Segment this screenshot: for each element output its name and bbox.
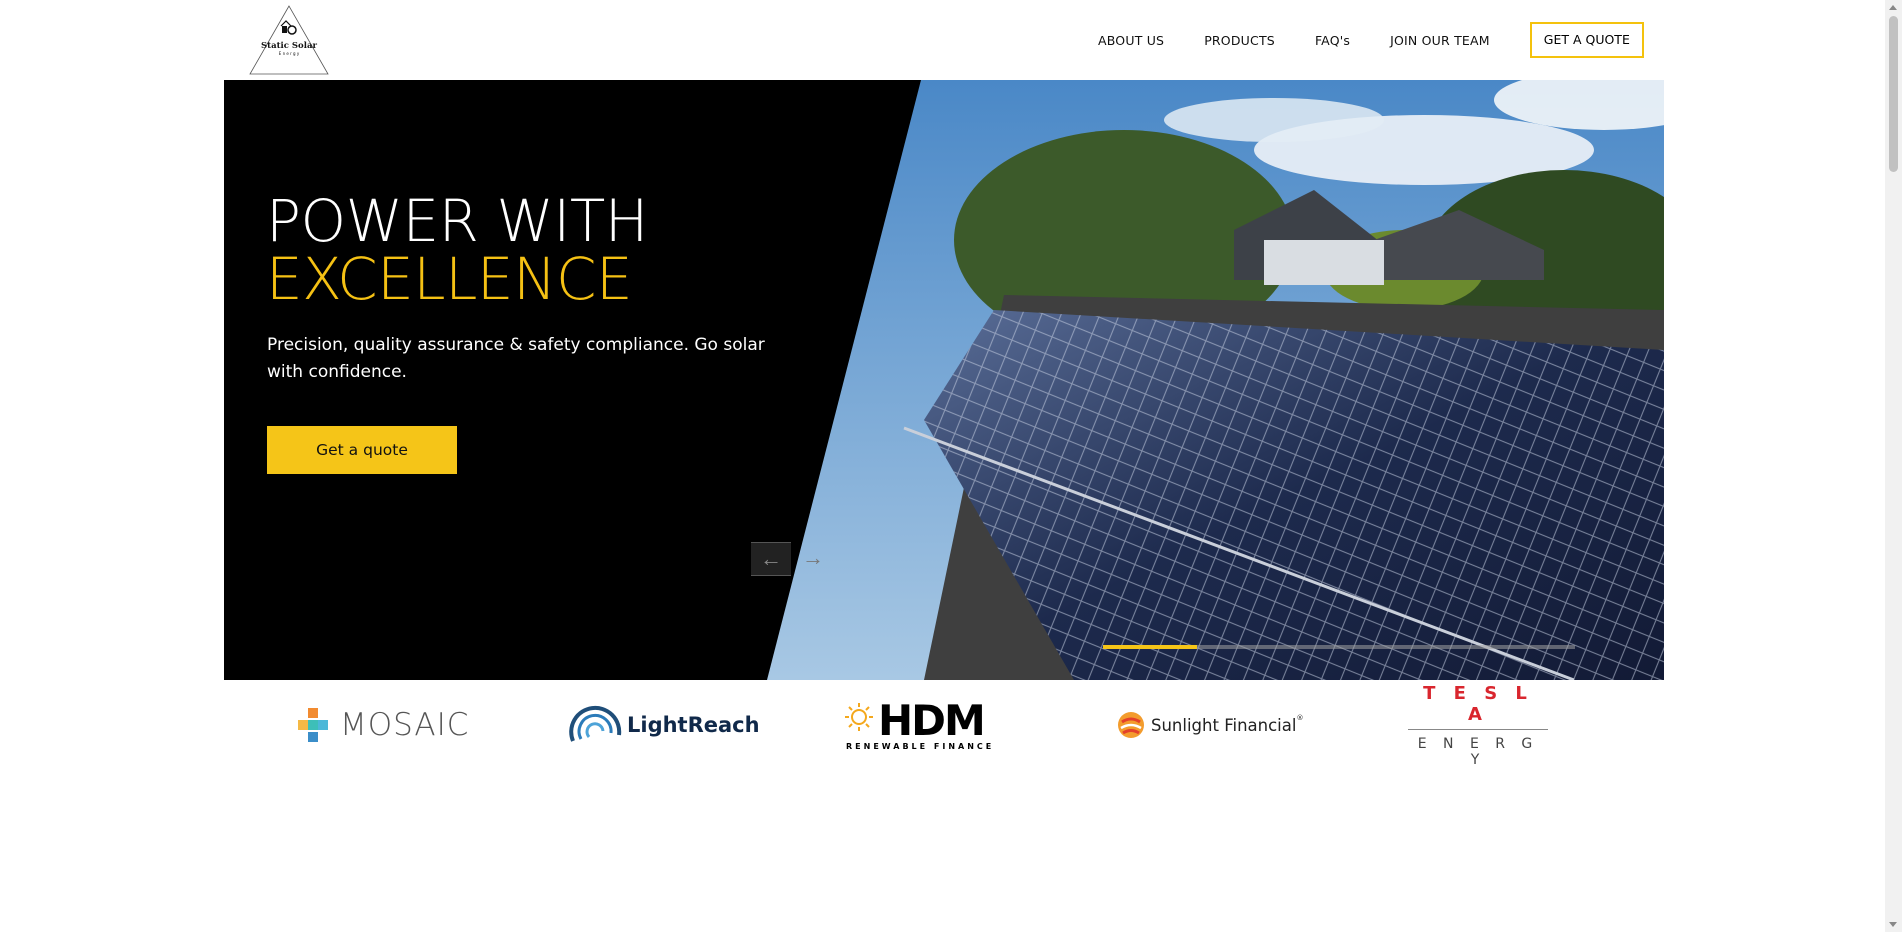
scroll-thumb[interactable] <box>1889 16 1898 172</box>
nav-faqs[interactable]: FAQ's <box>1315 33 1350 48</box>
sun-house-icon <box>280 20 297 35</box>
page-scrollbar[interactable] <box>1885 0 1902 932</box>
nav-about-us[interactable]: ABOUT US <box>1098 33 1164 48</box>
hero-subtitle: Precision, quality assurance & safety co… <box>267 335 765 382</box>
registered-mark: ® <box>1296 714 1304 722</box>
partner-hdm[interactable]: HDM RENEWABLE FINANCE <box>844 690 1024 760</box>
hero-slider: POWER WITH EXCELLENCE Precision, quality… <box>224 80 1664 680</box>
arrow-left-icon: ← <box>760 546 782 571</box>
tesla-wordmark: T E S L A <box>1408 683 1548 730</box>
hero-headline-line1: POWER WITH <box>266 187 648 255</box>
lightreach-wordmark: LightReach <box>627 713 760 737</box>
get-a-quote-button[interactable]: GET A QUOTE <box>1529 22 1644 58</box>
sunlight-icon <box>1118 712 1144 738</box>
prev-slide-button[interactable]: ← <box>751 542 791 576</box>
logo-tagline: E n e r g y <box>279 51 300 56</box>
slide-progress-bar[interactable] <box>1103 645 1575 649</box>
site-logo[interactable]: Static Solar E n e r g y <box>248 4 330 76</box>
partner-mosaic[interactable]: MOSAIC <box>296 690 469 760</box>
next-slide-button[interactable]: → <box>793 542 833 574</box>
nav-products[interactable]: PRODUCTS <box>1204 33 1275 48</box>
arrow-right-icon: → <box>802 545 824 570</box>
scroll-up-arrow-icon[interactable] <box>1889 5 1897 10</box>
partner-lightreach[interactable]: LightReach <box>569 690 760 760</box>
hdm-subtitle: RENEWABLE FINANCE <box>846 742 995 751</box>
scroll-down-arrow-icon[interactable] <box>1889 922 1897 927</box>
main-nav: ABOUT US PRODUCTS FAQ's JOIN OUR TEAM GE… <box>1098 22 1644 58</box>
sunlight-wordmark: Sunlight Financial <box>1151 715 1297 735</box>
nav-join-our-team[interactable]: JOIN OUR TEAM <box>1390 33 1490 48</box>
sun-icon <box>845 703 873 731</box>
hdm-wordmark: HDM <box>878 696 986 745</box>
hero-get-a-quote-button[interactable]: Get a quote <box>267 426 457 474</box>
energy-wordmark: E N E R G Y <box>1417 735 1539 768</box>
hero-headline-line2: EXCELLENCE <box>266 245 633 313</box>
partner-logos: MOSAIC LightReach HDM RENEWABLE FINANCE <box>224 683 1664 768</box>
partner-tesla-energy[interactable]: T E S L A E N E R G Y <box>1408 683 1548 768</box>
partner-sunlight-financial[interactable]: Sunlight Financial ® <box>1117 690 1303 760</box>
mosaic-wordmark: MOSAIC <box>340 707 470 743</box>
lightreach-icon <box>569 705 622 742</box>
logo-wordmark: Static Solar <box>261 41 317 51</box>
slide-progress-fill <box>1103 645 1198 649</box>
mosaic-icon <box>298 708 328 742</box>
